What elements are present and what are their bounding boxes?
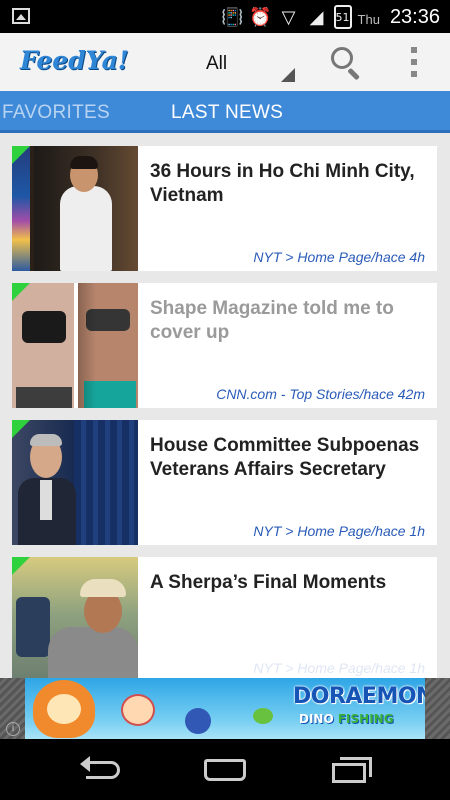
news-thumbnail	[12, 146, 138, 271]
ad-character-image	[33, 680, 95, 738]
news-thumbnail	[12, 420, 138, 545]
home-icon	[204, 759, 246, 781]
ad-subtitle: DINO FISHING	[299, 712, 394, 726]
app-logo[interactable]: FeedYa!	[20, 46, 129, 75]
home-button[interactable]	[200, 755, 250, 785]
news-card[interactable]: A Sherpa’s Final Moments NYT > Home Page…	[12, 557, 437, 678]
overflow-menu-icon	[411, 47, 417, 53]
battery-icon: 51	[333, 5, 352, 29]
search-button[interactable]	[328, 45, 364, 81]
news-title: A Sherpa’s Final Moments	[150, 572, 387, 593]
ad-banner[interactable]: DORAEMON DINO FISHING	[25, 678, 425, 739]
tab-favorites[interactable]: FAVORITES	[2, 102, 110, 124]
news-source: NYT > Home Page/hace 1h	[253, 660, 425, 676]
ad-character-image	[121, 694, 155, 726]
alarm-icon: ⏰	[249, 6, 272, 28]
tab-last-news[interactable]: LAST NEWS	[171, 102, 283, 124]
recent-apps-button[interactable]	[328, 755, 378, 785]
new-item-marker	[12, 283, 30, 301]
news-source: NYT > Home Page/hace 1h	[253, 523, 425, 539]
ad-info-icon[interactable]: i	[6, 722, 20, 736]
news-feed[interactable]: 36 Hours in Ho Chi Minh City, Vietnam NY…	[0, 133, 450, 678]
new-item-marker	[12, 557, 30, 575]
wifi-icon: ▽	[281, 6, 296, 28]
back-icon	[86, 761, 120, 779]
category-filter-value: All	[206, 53, 228, 74]
ad-container: i DORAEMON DINO FISHING	[0, 678, 450, 739]
news-thumbnail	[12, 283, 138, 408]
new-item-marker	[12, 146, 30, 164]
gallery-icon	[12, 8, 30, 24]
ad-character-image	[185, 708, 211, 734]
tab-bar: FAVORITES LAST NEWS	[0, 91, 450, 133]
news-source: CNN.com - Top Stories/hace 42m	[216, 386, 425, 402]
news-title: House Committee Subpoenas Veterans Affai…	[150, 435, 420, 480]
status-time: 23:36	[389, 5, 440, 28]
news-card[interactable]: 36 Hours in Ho Chi Minh City, Vietnam NY…	[12, 146, 437, 271]
category-filter-dropdown[interactable]: All	[176, 39, 298, 85]
news-thumbnail	[12, 557, 138, 678]
search-icon	[331, 47, 353, 69]
ad-fish-image	[253, 708, 273, 724]
news-title: 36 Hours in Ho Chi Minh City, Vietnam	[150, 161, 415, 206]
dropdown-arrow-icon	[281, 68, 295, 82]
news-source: NYT > Home Page/hace 4h	[253, 249, 425, 265]
system-nav-bar	[0, 739, 450, 800]
ad-brand-logo: DORAEMON	[293, 684, 425, 709]
app-bar: FeedYa! All	[0, 33, 450, 91]
vibrate-icon: 📳	[221, 6, 244, 28]
status-icons: 📳 ⏰ ▽ ◢ 51 Thu 23:36	[221, 4, 440, 30]
news-card[interactable]: House Committee Subpoenas Veterans Affai…	[12, 420, 437, 545]
overflow-menu-button[interactable]	[404, 46, 424, 78]
new-item-marker	[12, 420, 30, 438]
status-bar: 📳 ⏰ ▽ ◢ 51 Thu 23:36	[0, 0, 450, 33]
signal-icon: ◢	[309, 6, 324, 28]
news-title: Shape Magazine told me to cover up	[150, 298, 394, 343]
news-card[interactable]: Shape Magazine told me to cover up CNN.c…	[12, 283, 437, 408]
status-day: Thu	[357, 11, 380, 27]
back-button[interactable]	[76, 755, 126, 785]
